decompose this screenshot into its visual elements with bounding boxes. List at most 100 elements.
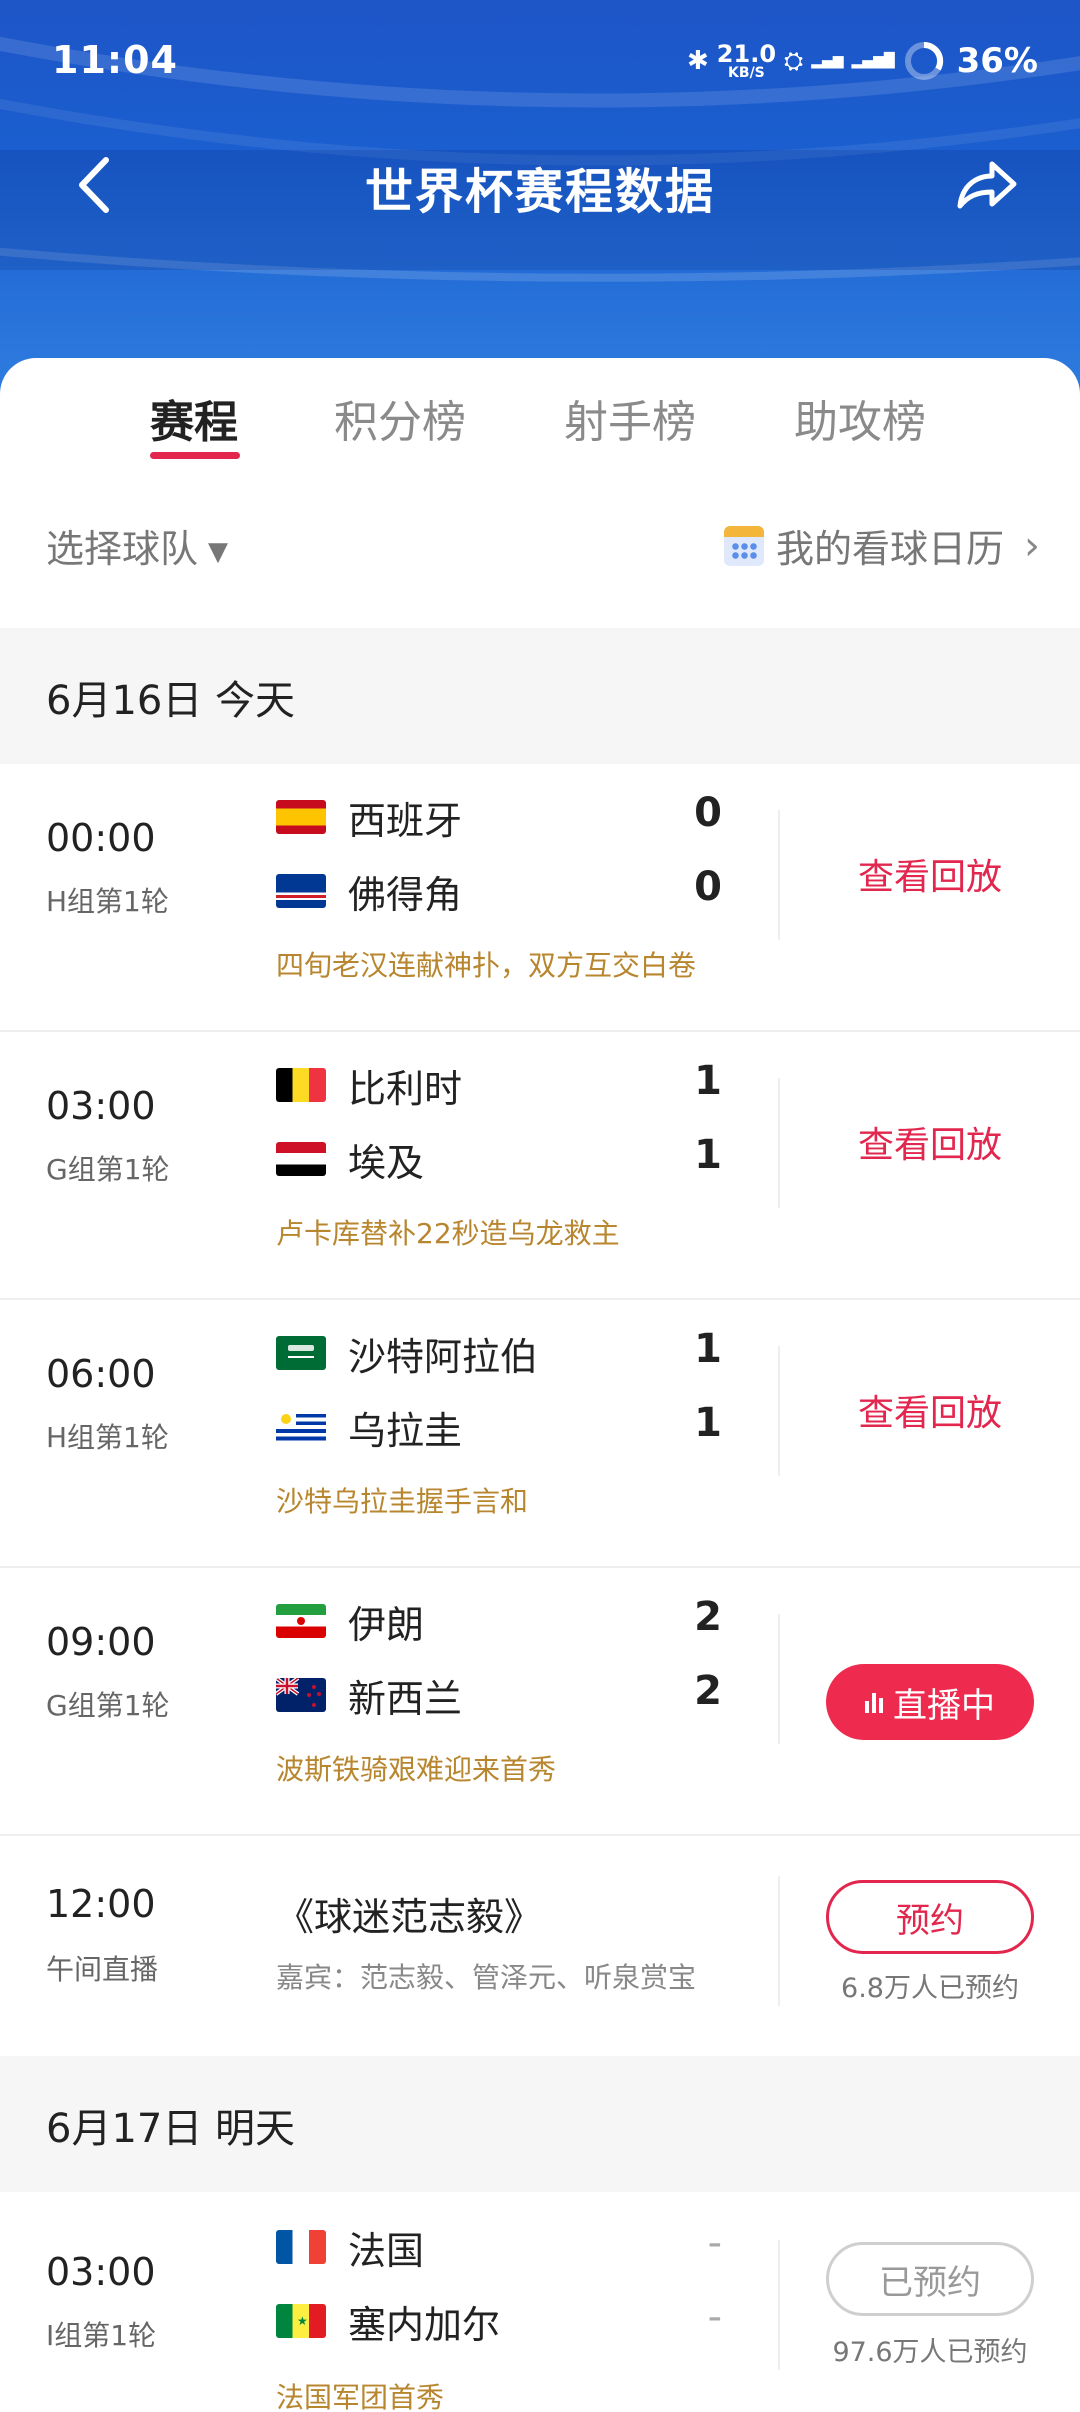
iran-flag-icon <box>276 1604 326 1638</box>
team-name: 新西兰 <box>348 1676 463 1721</box>
match-group: G组第1轮 <box>46 1153 170 1186</box>
senegal-flag-icon: ★ <box>276 2304 326 2338</box>
caret-down-icon: ▼ <box>208 536 229 567</box>
my-calendar-link[interactable]: 我的看球日历 › <box>723 518 1040 573</box>
france-flag-icon <box>276 2230 326 2264</box>
match-group: H组第1轮 <box>46 885 169 918</box>
uruguay-flag-icon <box>276 1410 326 1444</box>
home-team: 伊朗 <box>276 1596 424 1647</box>
egypt-flag-icon <box>276 1142 326 1176</box>
home-team: 法国 <box>276 2222 425 2273</box>
match-row[interactable]: 03:00 I组第1轮 法国 - ★ 塞内加尔 - 法国军团首秀 已预约 97.… <box>0 2192 1080 2412</box>
speed-value: 21.0 <box>716 40 777 68</box>
match-row[interactable]: 03:00 G组第1轮 比利时 1 埃及 1 卢卡库替补22秒造乌龙救主 查看回… <box>0 1032 1080 1300</box>
home-score: 1 <box>694 1326 722 1372</box>
network-speed: 21.0 KB/S <box>717 42 776 80</box>
team-name: 塞内加尔 <box>348 2302 501 2347</box>
spain-flag-icon <box>276 800 326 834</box>
away-team: 新西兰 <box>276 1670 463 1721</box>
match-headline[interactable]: 四旬老汉连献神扑，双方互交白卷 <box>276 944 696 984</box>
match-headline[interactable]: 波斯铁骑艰难迎来首秀 <box>276 1748 556 1788</box>
replay-button[interactable]: 查看回放 <box>830 848 1030 900</box>
match-group: I组第1轮 <box>46 2319 157 2352</box>
divider <box>778 1614 780 1744</box>
replay-button[interactable]: 查看回放 <box>830 1116 1030 1168</box>
divider <box>778 1346 780 1476</box>
away-score: 0 <box>694 864 722 910</box>
home-team: 西班牙 <box>276 792 462 843</box>
team-name: 法国 <box>348 2228 425 2273</box>
calendar-link-label: 我的看球日历 <box>775 527 1004 571</box>
away-score: 1 <box>694 1132 722 1178</box>
calendar-icon <box>723 525 764 566</box>
match-time: 06:00 <box>46 1352 156 1396</box>
live-bars-icon <box>865 1691 883 1713</box>
match-row[interactable]: 00:00 H组第1轮 西班牙 0 佛得角 0 四旬老汉连献神扑，双方互交白卷 … <box>0 764 1080 1032</box>
divider <box>778 1078 780 1208</box>
date-label: 6月16日 今天 <box>46 678 296 724</box>
filter-row: 选择球队 ▼ 我的看球日历 › <box>0 508 1080 588</box>
match-row[interactable]: 09:00 G组第1轮 伊朗 2 新西兰 2 波斯铁骑艰难迎来首秀 直播中 <box>0 1568 1080 1836</box>
saudi-arabia-flag-icon <box>276 1336 326 1370</box>
live-button-label: 直播中 <box>893 1685 995 1726</box>
away-team: 埃及 <box>276 1134 425 1185</box>
divider <box>778 1876 780 2006</box>
match-headline[interactable]: 卢卡库替补22秒造乌龙救主 <box>276 1212 620 1252</box>
battery-percent: 36% <box>956 41 1038 81</box>
away-team: 佛得角 <box>276 866 463 917</box>
belgium-flag-icon <box>276 1068 326 1102</box>
reserve-count: 6.8万人已预约 <box>841 1973 1019 2004</box>
replay-button[interactable]: 查看回放 <box>830 1384 1030 1436</box>
divider <box>778 810 780 940</box>
home-score: 1 <box>694 1058 722 1104</box>
match-group: G组第1轮 <box>46 1689 170 1722</box>
divider <box>778 2240 780 2370</box>
cell-signal-icon: ▂▄▆█ <box>851 53 895 69</box>
team-name: 沙特阿拉伯 <box>348 1334 539 1379</box>
home-team: 沙特阿拉伯 <box>276 1328 539 1379</box>
battery-ring-icon <box>904 41 943 80</box>
tab-standings[interactable]: 积分榜 <box>334 386 466 450</box>
tab-bar: 赛程 积分榜 射手榜 助攻榜 <box>0 358 1080 478</box>
team-name: 埃及 <box>348 1140 425 1185</box>
date-header: 6月16日 今天 <box>0 628 1080 764</box>
away-score: 2 <box>694 1668 722 1714</box>
away-team: ★ 塞内加尔 <box>276 2296 501 2347</box>
show-time: 12:00 <box>46 1882 156 1926</box>
schedule-card: 赛程 积分榜 射手榜 助攻榜 选择球队 ▼ 我的看球日历 › 6月16日 今天 0… <box>0 358 1080 2412</box>
show-type: 午间直播 <box>46 1953 159 1986</box>
page-title: 世界杯赛程数据 <box>364 164 715 220</box>
header: 11:04 ✱ 21.0 KB/S ⛭ ▂▄▆ ▂▄▆█ 36% 世界杯赛程数据 <box>0 0 1080 400</box>
match-time: 00:00 <box>46 816 156 860</box>
reserved-button[interactable]: 已预约 <box>826 2242 1034 2316</box>
show-row[interactable]: 12:00 午间直播 《球迷范志毅》 嘉宾：范志毅、管泽元、听泉赏宝 预约 6.… <box>0 1836 1080 2036</box>
status-icons: ✱ 21.0 KB/S ⛭ ▂▄▆ ▂▄▆█ 36% <box>687 36 1038 86</box>
live-button[interactable]: 直播中 <box>826 1664 1034 1740</box>
wifi-signal-icon: ▂▄▆ <box>811 53 844 69</box>
match-time: 09:00 <box>46 1620 156 1664</box>
show-guests: 嘉宾：范志毅、管泽元、听泉赏宝 <box>276 1961 697 1994</box>
tab-top-scorers[interactable]: 射手榜 <box>564 386 696 450</box>
tab-assists[interactable]: 助攻榜 <box>794 386 926 450</box>
match-time: 03:00 <box>46 2250 156 2294</box>
match-headline[interactable]: 法国军团首秀 <box>276 2376 444 2412</box>
away-score: 1 <box>694 1400 722 1446</box>
match-time: 03:00 <box>46 1084 156 1128</box>
reserve-count: 97.6万人已预约 <box>832 2337 1028 2368</box>
speed-unit: KB/S <box>728 65 765 81</box>
team-name: 乌拉圭 <box>348 1408 463 1453</box>
home-score: - <box>707 2220 722 2266</box>
share-icon[interactable] <box>952 152 1022 216</box>
match-row[interactable]: 06:00 H组第1轮 沙特阿拉伯 1 乌拉圭 1 沙特乌拉圭握手言和 查看回放 <box>0 1300 1080 1568</box>
team-select-dropdown[interactable]: 选择球队 ▼ <box>46 518 228 573</box>
cape-verde-flag-icon <box>276 874 326 908</box>
status-bar: 11:04 ✱ 21.0 KB/S ⛭ ▂▄▆ ▂▄▆█ 36% <box>0 30 1080 90</box>
date-label: 6月17日 明天 <box>46 2106 296 2152</box>
away-score: - <box>707 2294 722 2340</box>
team-name: 佛得角 <box>348 872 463 917</box>
home-score: 0 <box>694 790 722 836</box>
tab-schedule[interactable]: 赛程 <box>150 386 238 450</box>
show-title: 《球迷范志毅》 <box>276 1895 543 1939</box>
reserve-button[interactable]: 预约 <box>826 1880 1034 1954</box>
match-headline[interactable]: 沙特乌拉圭握手言和 <box>276 1480 528 1520</box>
